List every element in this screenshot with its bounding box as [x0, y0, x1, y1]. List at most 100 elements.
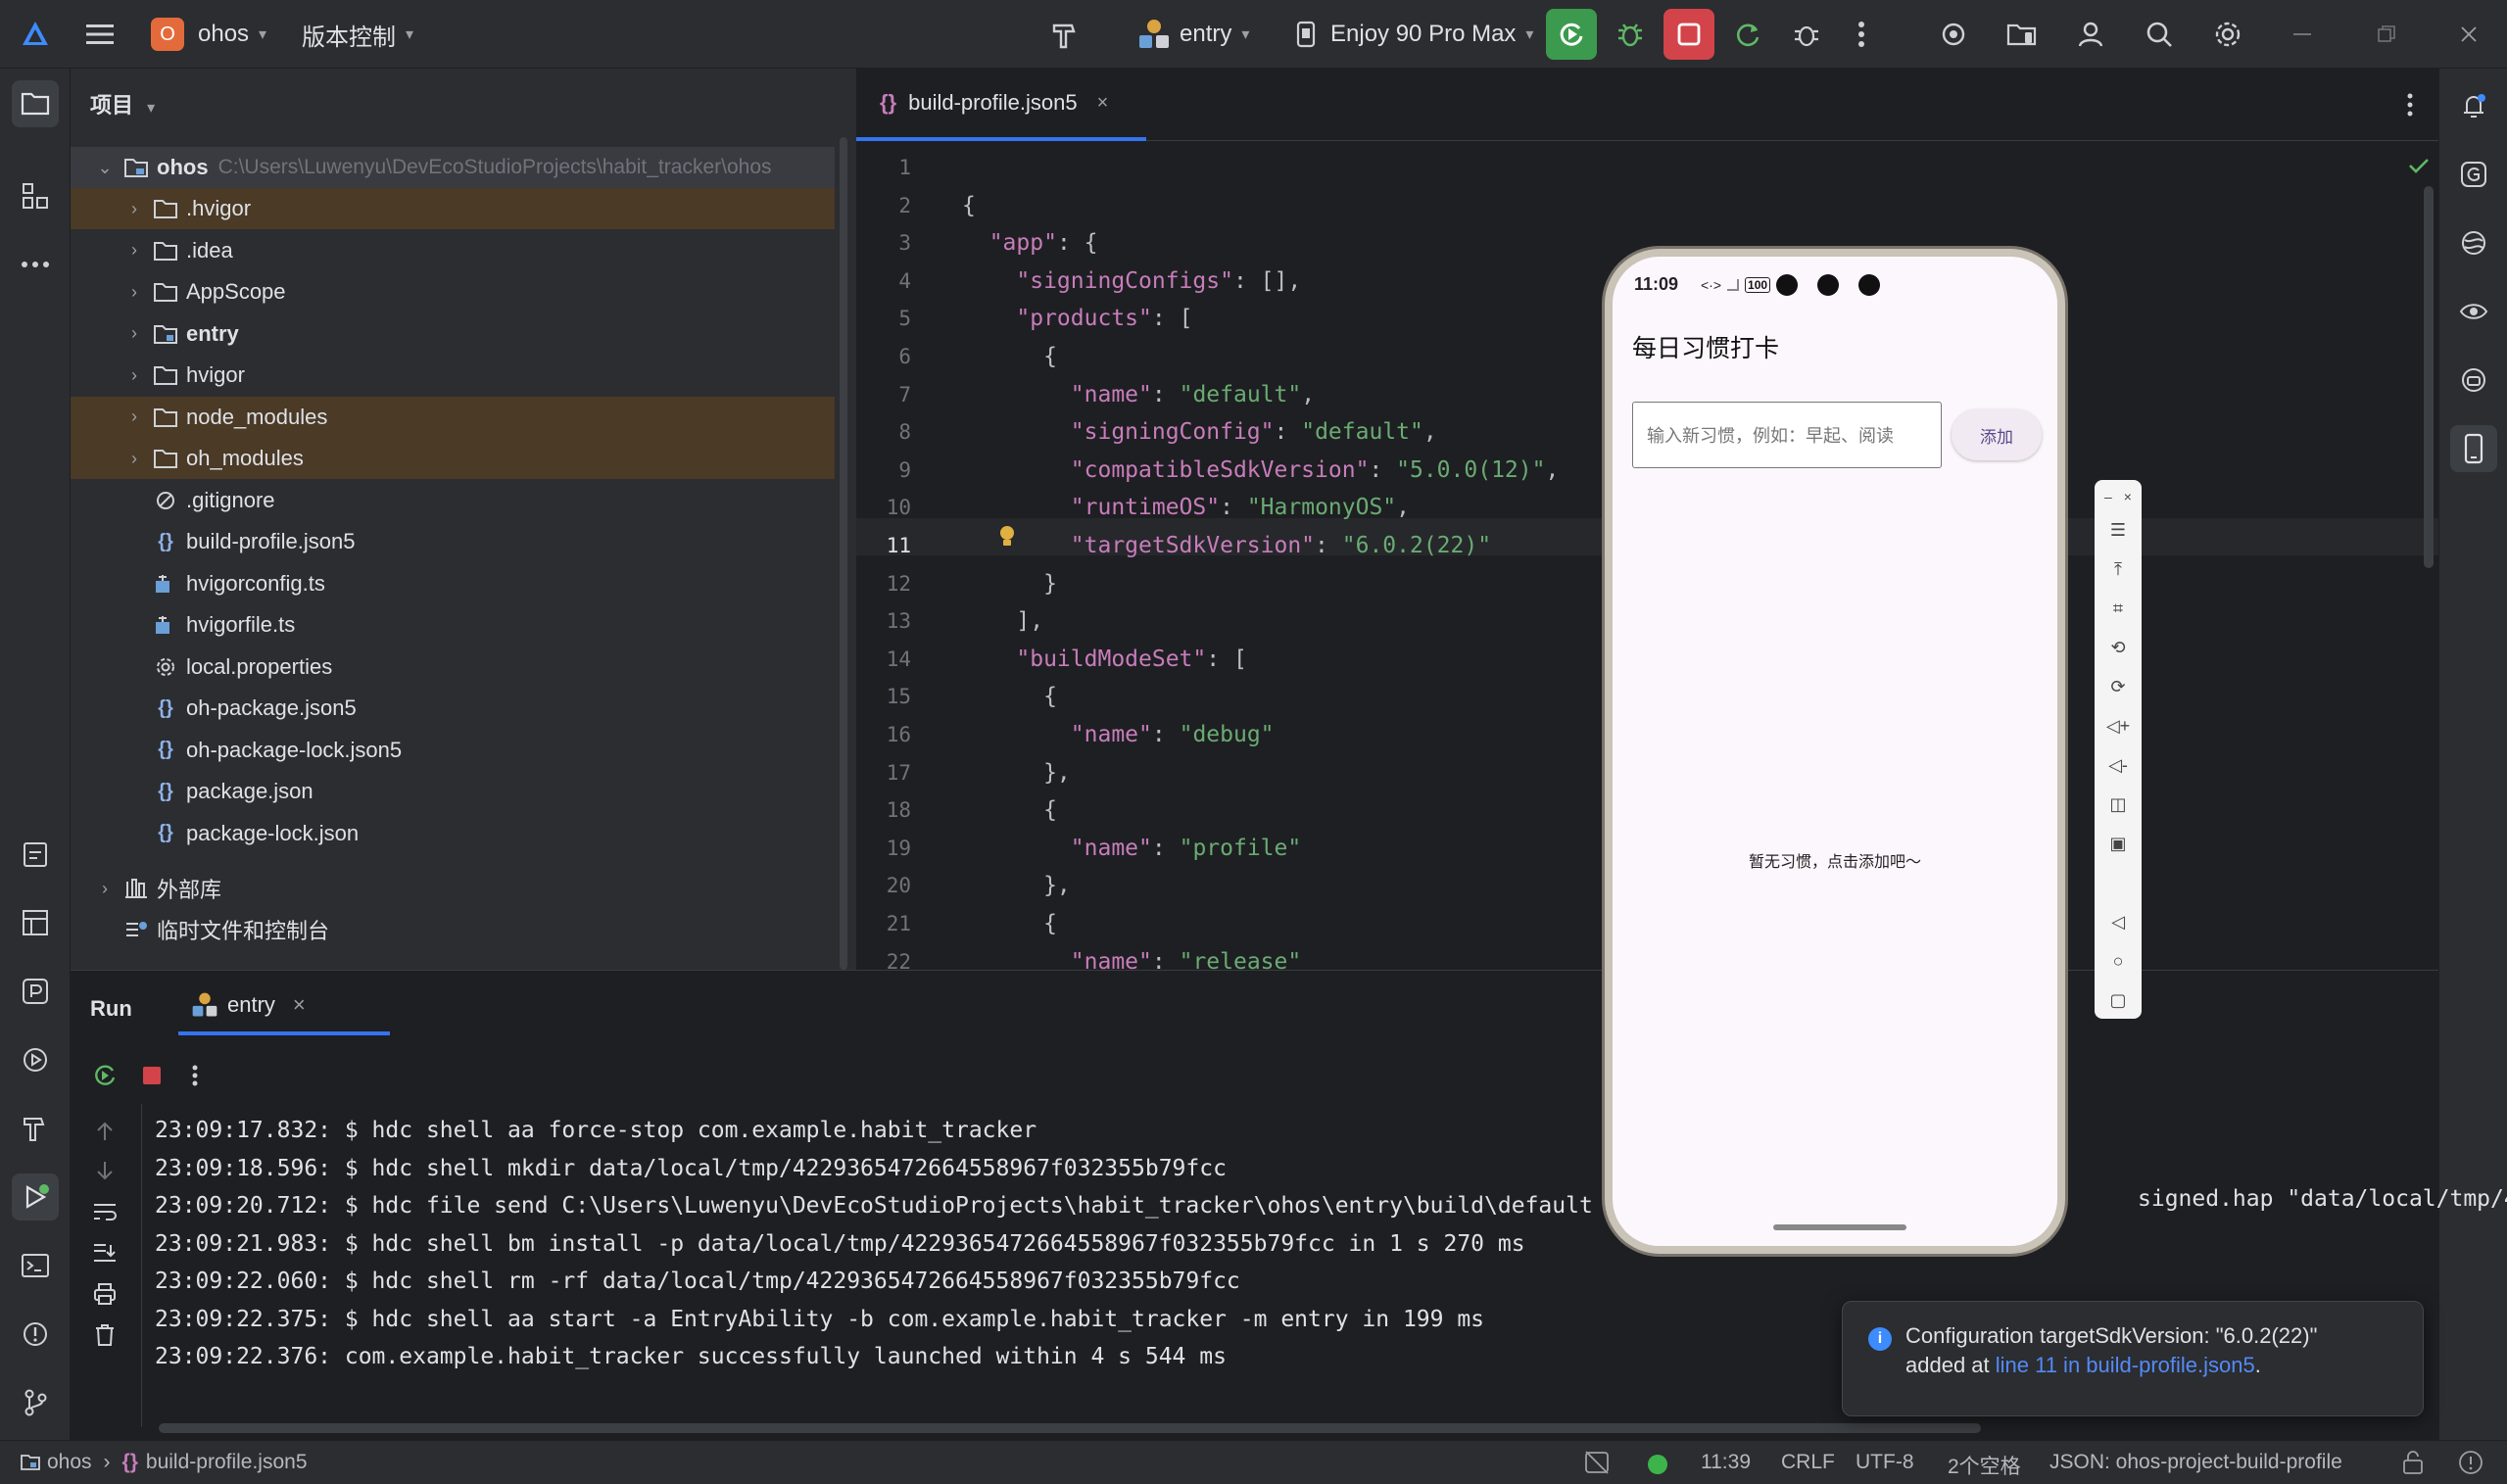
device-manager-icon[interactable] [2002, 15, 2042, 54]
volume-up-icon[interactable]: ◁+ [2095, 711, 2142, 741]
tree-item[interactable]: hvigorconfig.ts [71, 563, 835, 604]
more-horizontal-icon[interactable] [12, 241, 59, 288]
stop-button[interactable] [1663, 9, 1714, 60]
close-window-icon[interactable] [2449, 20, 2488, 49]
notification-balloon[interactable]: i Configuration targetSdkVersion: "6.0.2… [1842, 1301, 2424, 1416]
main-menu-icon[interactable] [82, 17, 118, 52]
minimize-window-icon[interactable] [2283, 20, 2322, 49]
target-icon[interactable] [1934, 15, 1973, 54]
chevron-right-icon[interactable]: › [120, 323, 149, 344]
problems-icon[interactable] [12, 1311, 59, 1358]
restore-window-icon[interactable] [2367, 20, 2406, 49]
project-scrollbar-thumb[interactable] [840, 137, 847, 970]
tree-item[interactable]: {} oh-package.json5 [71, 688, 835, 729]
run-config-selector[interactable]: entry ▾ [1136, 0, 1249, 69]
todo-icon[interactable] [12, 831, 59, 878]
vcs-menu[interactable]: 版本控制 ▾ [302, 0, 413, 69]
tree-item[interactable]: › AppScope [71, 271, 835, 312]
attach-debugger-icon[interactable] [1787, 15, 1826, 54]
git-branch-icon[interactable] [12, 1379, 59, 1426]
rotate-icon[interactable]: ⟲ [2095, 633, 2142, 662]
chevron-right-icon[interactable]: › [120, 365, 149, 386]
tab-build-profile[interactable]: {} build-profile.json5 × [856, 69, 1146, 141]
chevron-right-icon[interactable]: › [120, 199, 149, 219]
habit-input[interactable]: 输入新习惯，例如：早起、阅读 [1632, 402, 1942, 468]
screenshot-icon[interactable]: ▣ [2095, 829, 2142, 858]
more-vertical-icon[interactable] [1846, 15, 1877, 54]
menu-icon[interactable]: ☰ [2095, 515, 2142, 545]
rotate-ccw-icon[interactable]: ⟳ [2095, 672, 2142, 701]
chevron-right-icon[interactable]: › [120, 240, 149, 261]
chevron-right-icon[interactable]: › [120, 407, 149, 427]
settings-gear-icon[interactable] [2208, 15, 2247, 54]
arrow-up-icon[interactable] [86, 1114, 123, 1149]
close-tab-icon[interactable]: × [1097, 92, 1109, 115]
build-hammer-icon[interactable] [12, 1105, 59, 1152]
structure-icon[interactable] [12, 172, 59, 219]
tree-item[interactable]: › .idea [71, 230, 835, 271]
device-selector[interactable]: Enjoy 90 Pro Max ▾ [1291, 0, 1533, 69]
chevron-right-icon[interactable]: › [120, 282, 149, 303]
code-line[interactable]: 1 [856, 149, 2438, 186]
tree-item[interactable]: {} package.json [71, 771, 835, 812]
volume-down-icon[interactable]: ◁- [2095, 750, 2142, 780]
chevron-right-icon[interactable]: › [120, 449, 149, 469]
run-tool-icon[interactable] [12, 1173, 59, 1221]
close-tab-icon[interactable]: × [293, 992, 306, 1018]
tree-item[interactable]: {} build-profile.json5 [71, 521, 835, 562]
warning-circle-icon[interactable] [2457, 1449, 2484, 1482]
codegenie-icon[interactable] [2450, 219, 2497, 266]
home-indicator[interactable] [1773, 1224, 1906, 1230]
notification-link[interactable]: line 11 in build-profile.json5 [1996, 1353, 2255, 1377]
run-tab-entry[interactable]: entry × [178, 979, 390, 1035]
profiler-icon[interactable] [12, 968, 59, 1015]
notifications-bell-icon[interactable] [2450, 82, 2497, 129]
minimize-icon[interactable]: – [2104, 489, 2112, 504]
pin-top-icon[interactable]: ⤒ [2095, 554, 2142, 584]
code-line[interactable]: 2{ [856, 187, 2438, 224]
tree-item[interactable]: › hvigor [71, 355, 835, 396]
lock-icon[interactable] [2400, 1449, 2426, 1482]
debug-bug-icon[interactable] [1611, 15, 1650, 54]
more-vertical-icon[interactable] [180, 1057, 210, 1094]
indent-setting[interactable]: 2个空格 [1948, 1451, 2021, 1480]
tree-item[interactable]: local.properties [71, 646, 835, 688]
apply-changes-icon[interactable] [1728, 15, 1767, 54]
json-schema[interactable]: JSON: ohos-project-build-profile [2049, 1451, 2342, 1474]
preview-eye-icon[interactable] [2450, 288, 2497, 335]
tree-external-libraries[interactable]: › 外部库 [71, 868, 835, 909]
editor-scrollbar-thumb[interactable] [2424, 186, 2434, 568]
arrow-down-icon[interactable] [86, 1153, 123, 1188]
tree-scratches[interactable]: 临时文件和控制台 [71, 909, 835, 950]
tree-item[interactable]: {} package-lock.json [71, 813, 835, 854]
file-encoding[interactable]: UTF-8 [1856, 1451, 1914, 1474]
tree-item[interactable]: › oh_modules [71, 438, 835, 479]
scroll-to-end-icon[interactable] [86, 1235, 123, 1270]
recents-square-icon[interactable]: ▢ [2095, 985, 2142, 1015]
trash-icon[interactable] [86, 1317, 123, 1353]
account-icon[interactable] [2071, 15, 2110, 54]
tree-item[interactable]: › entry [71, 313, 835, 355]
tree-item[interactable]: .gitignore [71, 480, 835, 521]
add-button[interactable]: 添加 [1952, 409, 2042, 460]
tree-item[interactable]: {} oh-package-lock.json5 [71, 730, 835, 771]
back-triangle-icon[interactable]: ◁ [2095, 907, 2142, 936]
assistant-robot-icon[interactable] [2450, 357, 2497, 404]
no-eye-icon[interactable] [1583, 1449, 1611, 1482]
line-separator[interactable]: CRLF [1781, 1451, 1835, 1474]
copilot-g-icon[interactable] [2450, 151, 2497, 198]
caret-position[interactable]: 11:39 [1701, 1451, 1751, 1474]
project-scrollbar-track[interactable] [838, 137, 849, 970]
rerun-icon[interactable] [86, 1057, 123, 1094]
terminal-icon[interactable] [12, 1242, 59, 1289]
device-emulator-icon[interactable] [2450, 425, 2497, 472]
tree-item[interactable]: › .hvigor [71, 188, 835, 229]
stop-icon[interactable] [133, 1057, 170, 1094]
close-icon[interactable]: × [2124, 489, 2132, 504]
project-folder-icon[interactable] [12, 80, 59, 127]
home-circle-icon[interactable]: ○ [2095, 946, 2142, 976]
build-hammer-icon[interactable] [1046, 16, 1085, 55]
run-h-scrollbar[interactable] [159, 1423, 1981, 1433]
print-icon[interactable] [86, 1276, 123, 1312]
more-vertical-icon[interactable] [2394, 88, 2426, 121]
